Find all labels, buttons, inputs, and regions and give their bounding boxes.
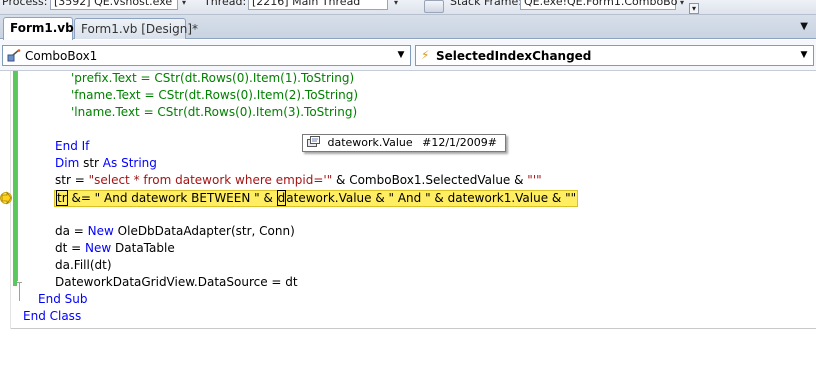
process-combo[interactable]: [3592] QE.vshost.exe <box>50 0 178 10</box>
event-combo[interactable]: ⚡ SelectedIndexChanged ▼ <box>415 45 814 66</box>
stack-frame-dropdown-icon[interactable]: ▾ <box>678 0 686 8</box>
blank-area <box>0 329 816 384</box>
datatip-value: #12/1/2009# <box>422 136 497 149</box>
stack-frame-value: QE.exe!QE.Form1.ComboBo <box>524 0 678 8</box>
event-combo-value: SelectedIndexChanged <box>436 49 592 63</box>
object-combo-value: ComboBox1 <box>25 49 98 63</box>
code-line-str-assign: str = "select * from datework where empi… <box>55 173 542 187</box>
outline-line-class <box>19 283 20 301</box>
event-lightning-icon: ⚡ <box>421 48 430 62</box>
navigation-bar: ComboBox1 ▼ ⚡ SelectedIndexChanged ▼ <box>0 40 816 71</box>
datatip-name: datework.Value <box>327 136 413 149</box>
code-line-datasource: DateworkDataGridView.DataSource = dt <box>55 275 298 289</box>
thread-dropdown-icon[interactable]: ▾ <box>392 0 400 8</box>
tab-form1-vb[interactable]: Form1.vb* <box>3 17 80 40</box>
process-dropdown-icon[interactable]: ▾ <box>180 0 188 8</box>
process-value: [3592] QE.vshost.exe <box>54 0 173 8</box>
tab-form1-design[interactable]: Form1.vb [Design]* <box>74 18 198 39</box>
code-line-lname: 'lname.Text = CStr(dt.Rows(0).Item(3).To… <box>71 105 358 119</box>
code-line-dim: Dim str As String <box>55 156 157 170</box>
flag-threads-icon[interactable] <box>424 0 444 13</box>
toolbar-options-icon[interactable]: ▾ <box>689 3 699 14</box>
stack-frame-label: Stack Frame: <box>450 0 522 8</box>
thread-label: Thread: <box>204 0 247 8</box>
thread-combo[interactable]: [2216] Main Thread <box>248 0 388 10</box>
code-line-dt: dt = New DataTable <box>55 241 175 255</box>
tab-form1-design-label: Form1.vb [Design]* <box>81 22 199 36</box>
code-line-fname: 'fname.Text = CStr(dt.Rows(0).Item(2).To… <box>71 88 359 102</box>
event-combo-dropdown-icon[interactable]: ▼ <box>796 47 812 64</box>
code-editor[interactable]: 'prefix.Text = CStr(dt.Rows(0).Item(1).T… <box>0 71 816 329</box>
stack-frame-combo[interactable]: QE.exe!QE.Form1.ComboBo <box>520 0 678 10</box>
vs-editor-window: Process: [3592] QE.vshost.exe ▾ Thread: … <box>0 0 816 384</box>
property-icon <box>307 136 320 147</box>
document-tab-strip: Form1.vb* Form1.vb [Design]* ▼ <box>0 15 816 40</box>
code-line-current-statement: tr &= " And datework BETWEEN " & datewor… <box>54 190 579 207</box>
control-icon <box>7 49 21 62</box>
object-combo-dropdown-icon[interactable]: ▼ <box>393 47 409 64</box>
current-statement-arrow-icon <box>0 191 12 205</box>
process-label: Process: <box>2 0 48 8</box>
code-line-end-sub: End Sub <box>38 292 88 306</box>
outline-line-sub <box>17 71 18 281</box>
debug-location-toolbar: Process: [3592] QE.vshost.exe ▾ Thread: … <box>0 0 816 15</box>
datatip[interactable]: datework.Value #12/1/2009# <box>302 134 506 152</box>
code-line-da: da = New OleDbDataAdapter(str, Conn) <box>55 224 295 238</box>
active-files-dropdown-icon[interactable]: ▼ <box>800 21 808 32</box>
object-combo[interactable]: ComboBox1 ▼ <box>2 45 411 66</box>
code-line-fill: da.Fill(dt) <box>55 258 112 272</box>
thread-value: [2216] Main Thread <box>252 0 361 8</box>
tab-form1-vb-label: Form1.vb* <box>10 21 80 35</box>
code-line-end-class: End Class <box>23 309 82 323</box>
code-line-prefix: 'prefix.Text = CStr(dt.Rows(0).Item(1).T… <box>71 71 355 85</box>
code-line-end-if: End If <box>55 139 90 153</box>
